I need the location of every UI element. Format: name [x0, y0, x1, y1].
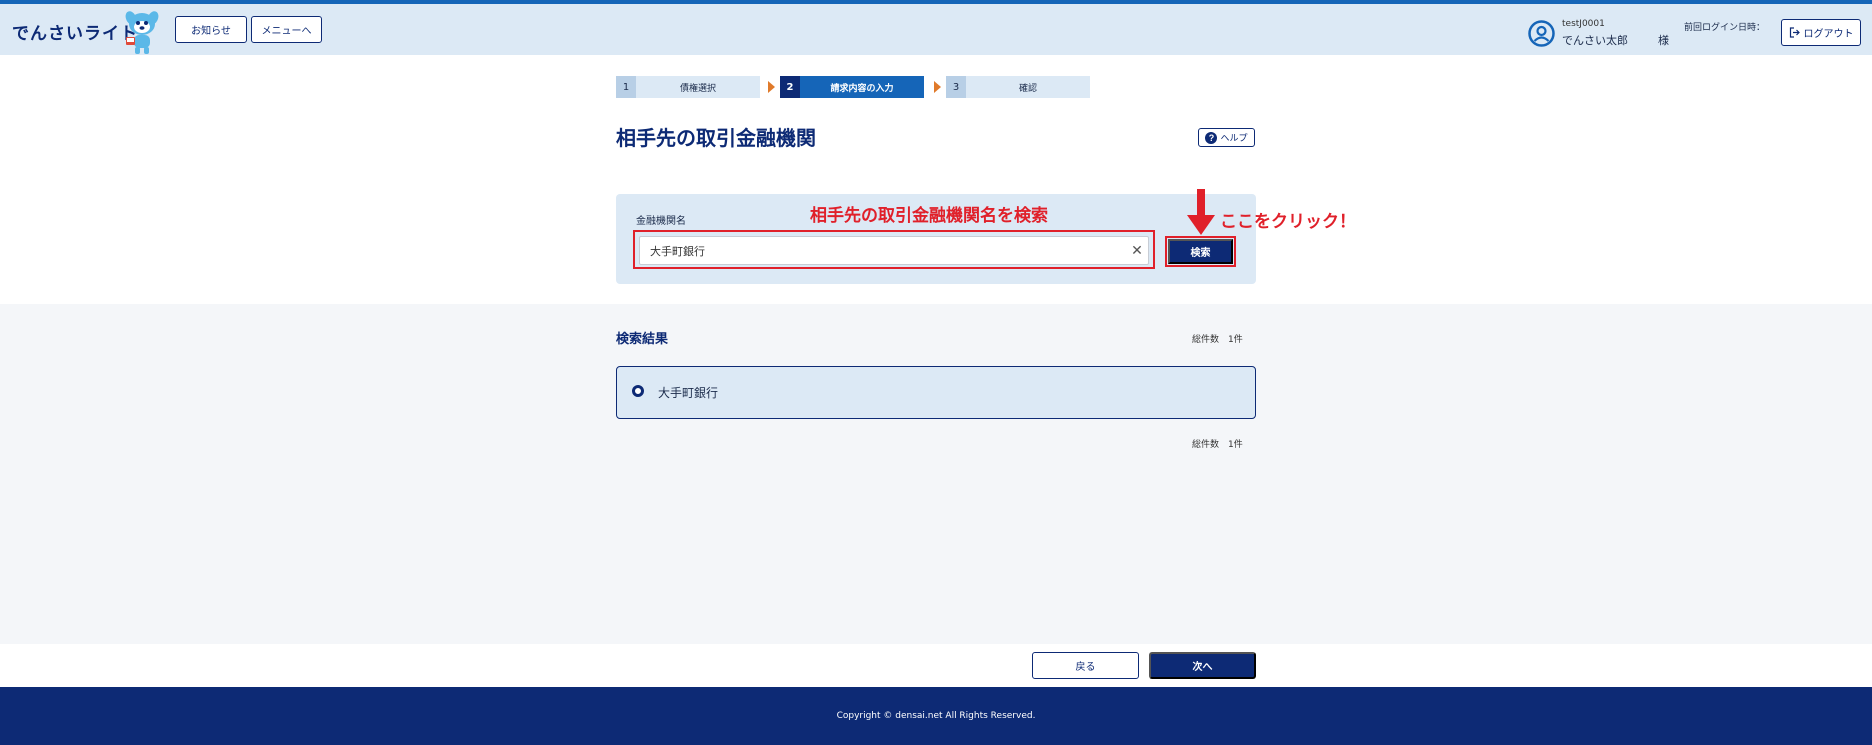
logout-label: ログアウト: [1803, 29, 1854, 40]
clear-icon[interactable]: ✕: [1127, 241, 1147, 261]
page-title: 相手先の取引金融機関: [616, 126, 816, 150]
annotation-click-hint: ここをクリック！: [1220, 212, 1356, 232]
annotation-search-hint: 相手先の取引金融機関名を検索: [810, 206, 1048, 226]
arrow-down-icon: [1187, 189, 1215, 235]
result-label: 大手町銀行: [658, 386, 719, 400]
help-button[interactable]: ? ヘルプ: [1198, 128, 1255, 147]
step-2-number: 2: [780, 76, 800, 98]
app-header: でんさいライト お知らせ メニューへ testJ0001 でんさい太郎 様 前回…: [0, 4, 1872, 55]
step-3: 3 確認: [946, 76, 1090, 98]
step-arrow-1: [768, 81, 775, 93]
notice-button[interactable]: お知らせ: [175, 16, 247, 43]
copyright-text: Copyright © densai.net All Rights Reserv…: [836, 711, 1036, 721]
back-button[interactable]: 戻る: [1032, 652, 1139, 679]
help-label: ヘルプ: [1220, 133, 1248, 143]
step-1-label: 債権選択: [636, 76, 760, 98]
user-id: testJ0001: [1562, 19, 1605, 29]
step-arrow-2: [934, 81, 941, 93]
logout-button[interactable]: ログアウト: [1781, 19, 1861, 46]
bank-name-input[interactable]: 大手町銀行: [639, 236, 1149, 265]
user-avatar-icon: [1528, 20, 1555, 47]
step-3-label: 確認: [966, 76, 1090, 98]
step-1: 1 債権選択: [616, 76, 760, 98]
menu-button[interactable]: メニューへ: [251, 16, 322, 43]
help-icon: ?: [1205, 131, 1218, 144]
logout-icon: [1789, 27, 1800, 38]
step-2: 2 請求内容の入力: [780, 76, 924, 98]
result-count-bottom: 総件数 1件: [1192, 440, 1243, 450]
search-button[interactable]: 検索: [1168, 239, 1233, 264]
last-login-label: 前回ログイン日時：: [1684, 23, 1766, 33]
user-honorific: 様: [1658, 34, 1669, 47]
next-button[interactable]: 次へ: [1149, 652, 1256, 679]
step-2-label: 請求内容の入力: [800, 76, 924, 98]
result-count-top: 総件数 1件: [1192, 335, 1243, 345]
bank-name-label: 金融機関名: [636, 216, 686, 227]
results-section: [0, 304, 1872, 644]
result-radio[interactable]: [632, 385, 644, 397]
results-title: 検索結果: [616, 332, 669, 347]
step-1-number: 1: [616, 76, 636, 98]
step-3-number: 3: [946, 76, 966, 98]
action-bar: [0, 644, 1872, 687]
mascot-logo-icon: [125, 11, 159, 54]
bank-name-input-value: 大手町銀行: [650, 244, 705, 258]
user-name: でんさい太郎: [1562, 34, 1628, 47]
